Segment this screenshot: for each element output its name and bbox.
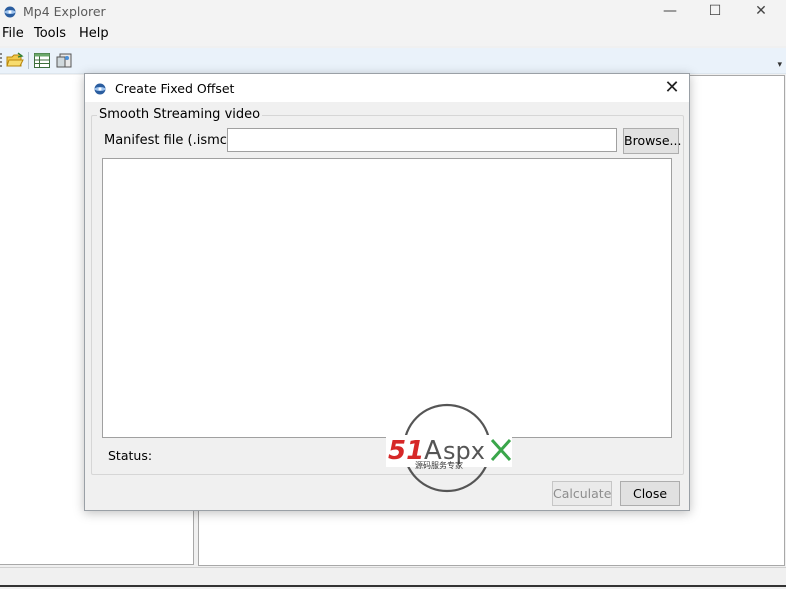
menu-bar: File Tools Help — [0, 24, 786, 46]
group-title: Smooth Streaming video — [97, 107, 263, 122]
menu-tools[interactable]: Tools — [34, 26, 66, 41]
watermark-logo: 51 A spx 源码服务专家 — [386, 403, 512, 493]
close-window-button[interactable]: ✕ — [746, 2, 776, 20]
toolbar-grip[interactable] — [0, 53, 5, 67]
browse-button[interactable]: Browse... — [623, 128, 681, 154]
status-strip — [0, 567, 786, 586]
output-textarea[interactable] — [102, 158, 672, 438]
dialog-close-icon[interactable]: ✕ — [661, 77, 683, 99]
open-folder-icon[interactable] — [6, 52, 24, 69]
menu-file[interactable]: File — [2, 26, 24, 41]
manifest-file-input[interactable] — [227, 128, 617, 152]
dialog-title: Create Fixed Offset — [115, 81, 235, 96]
watermark-tagline: 源码服务专家 — [415, 460, 463, 470]
export-icon[interactable] — [55, 52, 73, 69]
status-label: Status: — [108, 448, 153, 463]
manifest-label: Manifest file (.ismc): — [104, 133, 237, 148]
app-icon — [4, 6, 16, 18]
dialog-icon — [94, 83, 106, 95]
table-icon[interactable] — [33, 52, 51, 69]
window-bottom-border — [0, 585, 786, 587]
app-title: Mp4 Explorer — [23, 4, 106, 19]
dialog-titlebar[interactable]: Create Fixed Offset ✕ — [85, 74, 689, 102]
maximize-button[interactable]: ☐ — [700, 2, 730, 20]
toolbar-overflow-button[interactable]: ▾ — [777, 60, 782, 70]
app-titlebar: Mp4 Explorer — ☐ ✕ — [0, 0, 786, 24]
close-button[interactable]: Close — [620, 481, 680, 506]
toolbar-separator — [28, 52, 29, 69]
calculate-button[interactable]: Calculate — [552, 481, 612, 506]
toolbar: ▾ — [0, 48, 786, 74]
minimize-button[interactable]: — — [655, 2, 685, 20]
menu-help[interactable]: Help — [79, 26, 109, 41]
